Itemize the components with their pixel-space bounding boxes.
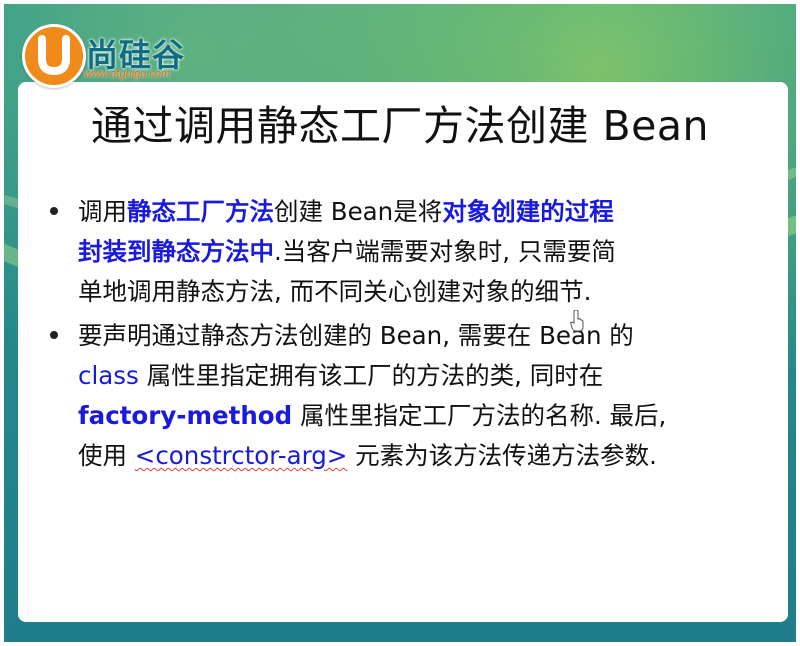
bullet-line: 单地调用静态方法, 而不同关心创建对象的细节. <box>78 272 756 312</box>
text-run: 创建 Bean是将 <box>274 197 443 226</box>
slide-title: 通过调用静态工厂方法创建 Bean <box>91 102 709 150</box>
hand-cursor-icon <box>570 310 584 332</box>
highlight-text: 静态工厂方法 <box>127 197 274 226</box>
text-run: 属性里指定拥有该工厂的方法的类, 同时在 <box>138 361 604 390</box>
brand-logo: 尚硅谷 www.atguigu.com <box>22 24 232 90</box>
bullet-line: 调用静态工厂方法创建 Bean是将对象创建的过程 <box>78 192 756 232</box>
code-term-class: class <box>78 361 139 390</box>
text-run: .当客户端需要对象时, 只需要简 <box>274 237 616 266</box>
logo-url: www.atguigu.com <box>84 68 171 80</box>
bullet-line: factory-method 属性里指定工厂方法的名称. 最后, <box>78 396 756 436</box>
highlight-text: 封装到静态方法中 <box>78 237 274 266</box>
bullet-line: 要声明通过静态方法创建的 Bean, 需要在 Bean 的 <box>78 316 756 356</box>
text-run: 要声明通过静态方法创建的 Bean, 需要在 Bean 的 <box>78 321 634 350</box>
text-run: 元素为该方法传递方法参数. <box>347 441 657 470</box>
text-run: 使用 <box>78 441 135 470</box>
bullet-line: 封装到静态方法中.当客户端需要对象时, 只需要简 <box>78 232 756 272</box>
logo-u-icon <box>22 24 86 88</box>
bullet-list: 调用静态工厂方法创建 Bean是将对象创建的过程 封装到静态方法中.当客户端需要… <box>50 192 756 476</box>
bullet-dot-icon <box>50 207 58 215</box>
slide-frame: 尚硅谷 www.atguigu.com 通过调用静态工厂方法创建 Bean 调用… <box>4 4 796 642</box>
code-term-constructor-arg: <constrctor-arg> <box>134 441 348 470</box>
bullet-item: 调用静态工厂方法创建 Bean是将对象创建的过程 封装到静态方法中.当客户端需要… <box>50 192 756 312</box>
text-run: 单地调用静态方法, 而不同关心创建对象的细节. <box>78 277 592 306</box>
bullet-line: 使用 <constrctor-arg> 元素为该方法传递方法参数. <box>78 436 756 476</box>
highlight-text: 对象创建的过程 <box>442 197 614 226</box>
bullet-line: class 属性里指定拥有该工厂的方法的类, 同时在 <box>78 356 756 396</box>
bullet-item: 要声明通过静态方法创建的 Bean, 需要在 Bean 的 class 属性里指… <box>50 316 756 476</box>
code-term-factory-method: factory-method <box>78 401 293 430</box>
bullet-dot-icon <box>50 331 58 339</box>
text-run: 属性里指定工厂方法的名称. 最后, <box>292 401 667 430</box>
text-run: 调用 <box>78 197 127 226</box>
